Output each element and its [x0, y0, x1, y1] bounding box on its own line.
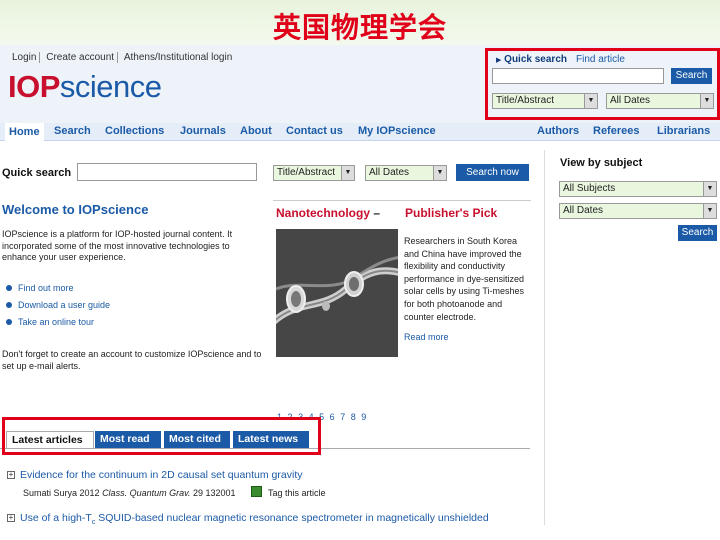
subject-date-select[interactable]: All Dates ▼: [559, 203, 717, 219]
welcome-intro: IOPscience is a platform for IOP-hosted …: [2, 229, 233, 262]
chevron-down-icon: ▼: [341, 166, 354, 180]
pick-summary: Researchers in South Korea and China hav…: [404, 236, 525, 322]
article-title-suffix[interactable]: SQUID-based nuclear magnetic resonance s…: [95, 512, 488, 524]
nanotech-micrograph-image[interactable]: [276, 229, 398, 357]
welcome-links: Find out more Download a user guide Take…: [6, 283, 110, 334]
publishers-pick-panel: Nanotechnology – Publisher's Pick Resear…: [273, 200, 531, 423]
nav-referees[interactable]: Referees: [593, 125, 639, 137]
expand-icon[interactable]: +: [7, 471, 15, 480]
create-account-link[interactable]: Create account: [43, 52, 119, 63]
nav-librarians[interactable]: Librarians: [657, 125, 710, 137]
bullet-icon: [6, 285, 12, 291]
iopscience-logo[interactable]: IOPscience: [8, 69, 162, 105]
highlight-frame-quick-search: [485, 48, 720, 120]
expand-icon[interactable]: +: [7, 514, 15, 523]
article-item[interactable]: + Evidence for the continuum in 2D causal…: [7, 469, 303, 481]
find-out-more-link[interactable]: Find out more: [6, 283, 110, 295]
main-search-input[interactable]: [77, 163, 257, 181]
chevron-down-icon: ▼: [433, 166, 446, 180]
nav-my-iopscience[interactable]: My IOPscience: [358, 125, 436, 137]
bullet-icon: [6, 319, 12, 325]
subject-title: View by subject: [560, 157, 643, 169]
page-link[interactable]: 7: [340, 412, 345, 422]
view-by-subject: View by subject All Subjects ▼ All Dates ▼…: [556, 155, 720, 245]
nav-about[interactable]: About: [240, 125, 272, 137]
nav-collections[interactable]: Collections: [105, 125, 164, 137]
page-link[interactable]: 6: [330, 412, 335, 422]
main-field-select[interactable]: Title/Abstract ▼: [273, 165, 355, 181]
subject-search-button[interactable]: Search: [678, 225, 717, 241]
page-link[interactable]: 8: [351, 412, 356, 422]
tag-article-link[interactable]: Tag this article: [268, 488, 326, 498]
welcome-title: Welcome to IOPscience: [2, 202, 149, 217]
slide-title: 英国物理学会: [272, 11, 447, 44]
column-divider: [544, 150, 545, 525]
nav-authors[interactable]: Authors: [537, 125, 579, 137]
chevron-down-icon: ▼: [703, 182, 716, 196]
top-links: Login Create account Athens/Institutiona…: [9, 52, 235, 63]
search-now-button[interactable]: Search now: [456, 164, 529, 181]
tag-icon[interactable]: [251, 486, 262, 497]
article-meta: Sumati Surya 2012 Class. Quantum Grav. 2…: [23, 488, 236, 498]
article-item[interactable]: + Use of a high-Tc SQUID-based nuclear ma…: [7, 512, 489, 525]
account-reminder: Don't forget to create an account to cus…: [2, 349, 262, 371]
nav-journals[interactable]: Journals: [180, 125, 226, 137]
main-quick-search-label: Quick search: [2, 167, 72, 179]
page-link[interactable]: 9: [361, 412, 366, 422]
chevron-down-icon: ▼: [703, 204, 716, 218]
online-tour-link[interactable]: Take an online tour: [6, 317, 110, 329]
athens-login-link[interactable]: Athens/Institutional login: [121, 52, 235, 63]
nav-contact[interactable]: Contact us: [286, 125, 343, 137]
pick-heading: Publisher's Pick: [405, 206, 498, 220]
article-title[interactable]: Evidence for the continuum in 2D causal …: [20, 469, 303, 481]
download-guide-link[interactable]: Download a user guide: [6, 300, 110, 312]
login-link[interactable]: Login: [9, 52, 41, 63]
highlight-frame-article-tabs: [2, 417, 321, 455]
nav-home[interactable]: Home: [5, 123, 44, 141]
article-title-prefix[interactable]: Use of a high-T: [20, 512, 92, 524]
main-date-select[interactable]: All Dates ▼: [365, 165, 447, 181]
subject-select[interactable]: All Subjects ▼: [559, 181, 717, 197]
nav-search[interactable]: Search: [54, 125, 91, 137]
logo-science: science: [59, 69, 162, 104]
logo-iop: IOP: [8, 69, 60, 104]
bullet-icon: [6, 302, 12, 308]
main-nav: Home Search Collections Journals About C…: [0, 123, 720, 141]
article-list: + Evidence for the continuum in 2D causal…: [0, 448, 530, 525]
read-more-link[interactable]: Read more: [404, 332, 449, 342]
pick-journal[interactable]: Nanotechnology –: [276, 206, 380, 220]
